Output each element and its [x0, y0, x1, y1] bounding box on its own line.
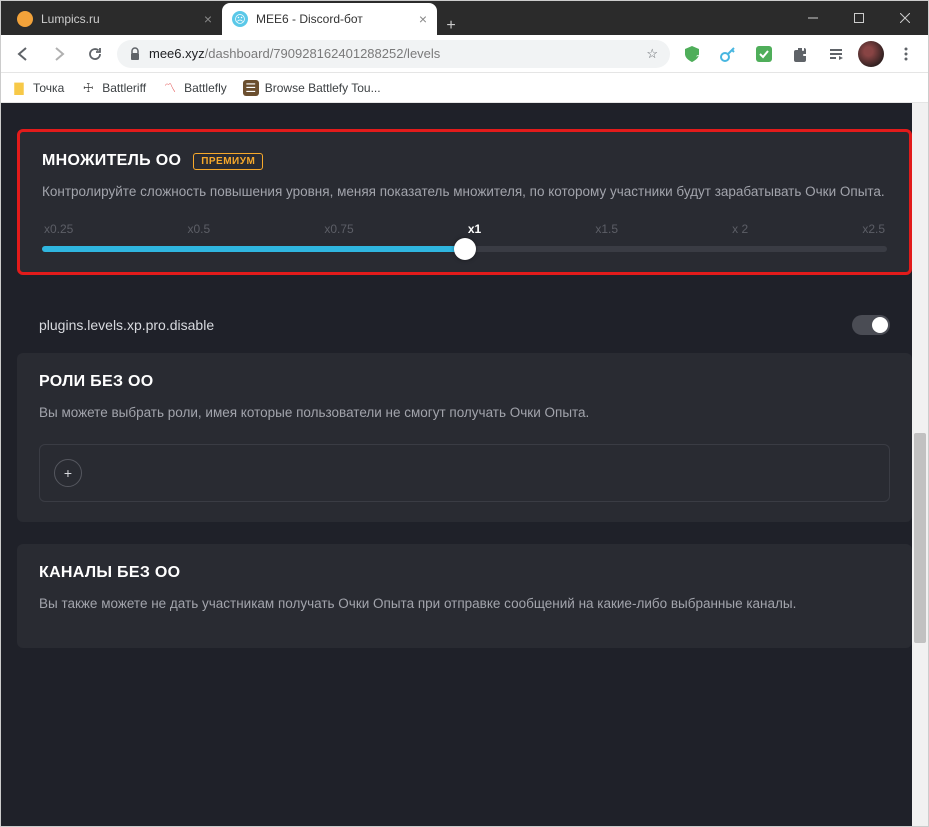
no-xp-roles-card: РОЛИ БЕЗ ОО Вы можете выбрать роли, имея… — [17, 353, 912, 521]
forward-button[interactable] — [45, 40, 73, 68]
profile-avatar[interactable] — [858, 41, 884, 67]
bookmark-icon: ▇ — [11, 80, 27, 96]
extensions-button[interactable] — [786, 40, 814, 68]
slider-label-active: x1 — [468, 222, 481, 236]
toolbar: mee6.xyz/dashboard/790928162401288252/le… — [1, 35, 928, 73]
xp-multiplier-slider[interactable] — [42, 246, 887, 252]
toggle-knob — [872, 317, 888, 333]
tab-strip: Lumpics.ru × ☹ MEE6 - Discord-бот × + — [1, 1, 790, 35]
roles-add-box: + — [39, 444, 890, 502]
slider-label: x0.25 — [44, 222, 73, 236]
reload-icon — [87, 46, 103, 62]
bookmark-icon: ☩ — [80, 80, 96, 96]
lock-icon — [129, 47, 141, 61]
favicon-icon — [17, 11, 33, 27]
address-bar[interactable]: mee6.xyz/dashboard/790928162401288252/le… — [117, 40, 670, 68]
bookmark-tochka[interactable]: ▇ Точка — [11, 80, 64, 96]
minimize-button[interactable] — [790, 1, 836, 35]
close-icon — [900, 13, 910, 23]
xp-multiplier-card: МНОЖИТЕЛЬ ОО ПРЕМИУМ Контролируйте сложн… — [17, 129, 912, 275]
card-title: РОЛИ БЕЗ ОО — [39, 373, 890, 391]
vertical-scrollbar[interactable] — [912, 103, 928, 826]
xp-disable-row: plugins.levels.xp.pro.disable — [17, 297, 912, 353]
url-text: mee6.xyz/dashboard/790928162401288252/le… — [149, 46, 440, 61]
tab-lumpics[interactable]: Lumpics.ru × — [7, 3, 222, 35]
window-controls — [790, 1, 928, 35]
bookmark-star-icon[interactable]: ☆ — [646, 46, 658, 62]
titlebar: Lumpics.ru × ☹ MEE6 - Discord-бот × + — [1, 1, 928, 35]
reading-list-button[interactable] — [822, 40, 850, 68]
svg-text:2: 2 — [696, 54, 701, 63]
maximize-button[interactable] — [836, 1, 882, 35]
slider-handle[interactable] — [454, 238, 476, 260]
bookmark-label: Точка — [33, 81, 64, 95]
kebab-icon — [899, 47, 913, 61]
card-description: Вы можете выбрать роли, имея которые пол… — [39, 403, 890, 423]
extension-shield[interactable]: 2 — [678, 40, 706, 68]
back-button[interactable] — [9, 40, 37, 68]
close-window-button[interactable] — [882, 1, 928, 35]
card-title: КАНАЛЫ БЕЗ ОО — [39, 564, 890, 582]
bookmark-battleriff[interactable]: ☩ Battleriff — [80, 80, 146, 96]
bookmark-icon: ☰ — [243, 80, 259, 96]
bookmark-label: Battlefly — [184, 81, 227, 95]
slider-label: x0.5 — [188, 222, 211, 236]
key-icon — [719, 45, 737, 63]
tab-mee6[interactable]: ☹ MEE6 - Discord-бот × — [222, 3, 437, 35]
slider-label: x2.5 — [862, 222, 885, 236]
menu-button[interactable] — [892, 40, 920, 68]
tab-title: Lumpics.ru — [41, 12, 100, 26]
close-icon[interactable]: × — [204, 11, 212, 27]
slider-fill — [42, 246, 465, 252]
close-icon[interactable]: × — [419, 11, 427, 27]
bookmark-label: Browse Battlefy Tou... — [265, 81, 381, 95]
bookmark-battlefly[interactable]: 〽 Battlefly — [162, 80, 227, 96]
favicon-icon: ☹ — [232, 11, 248, 27]
title-text: КАНАЛЫ БЕЗ ОО — [39, 564, 180, 582]
bookmarks-bar: ▇ Точка ☩ Battleriff 〽 Battlefly ☰ Brows… — [1, 73, 928, 103]
extension-key[interactable] — [714, 40, 742, 68]
no-xp-channels-card: КАНАЛЫ БЕЗ ОО Вы также можете не дать уч… — [17, 544, 912, 648]
xp-disable-toggle[interactable] — [852, 315, 890, 335]
slider-labels: x0.25 x0.5 x0.75 x1 x1.5 x 2 x2.5 — [42, 222, 887, 236]
title-text: МНОЖИТЕЛЬ ОО — [42, 152, 181, 170]
maximize-icon — [854, 13, 864, 23]
check-icon — [754, 44, 774, 64]
slider-label: x0.75 — [324, 222, 353, 236]
minimize-icon — [808, 13, 818, 23]
slider-label: x 2 — [732, 222, 748, 236]
shield-icon: 2 — [682, 44, 702, 64]
scrollbar-thumb[interactable] — [914, 433, 926, 643]
card-title: МНОЖИТЕЛЬ ОО ПРЕМИУМ — [42, 152, 887, 170]
page-viewport: МНОЖИТЕЛЬ ОО ПРЕМИУМ Контролируйте сложн… — [1, 103, 928, 826]
premium-badge: ПРЕМИУМ — [193, 153, 263, 170]
arrow-right-icon — [51, 46, 67, 62]
add-role-button[interactable]: + — [54, 459, 82, 487]
bookmark-icon: 〽 — [162, 80, 178, 96]
browser-window: Lumpics.ru × ☹ MEE6 - Discord-бот × + — [0, 0, 929, 827]
card-description: Вы также можете не дать участникам получ… — [39, 594, 890, 614]
arrow-left-icon — [15, 46, 31, 62]
title-text: РОЛИ БЕЗ ОО — [39, 373, 154, 391]
plus-icon: + — [64, 465, 72, 481]
extension-check[interactable] — [750, 40, 778, 68]
reload-button[interactable] — [81, 40, 109, 68]
bookmark-battlefy[interactable]: ☰ Browse Battlefy Tou... — [243, 80, 381, 96]
bookmark-label: Battleriff — [102, 81, 146, 95]
puzzle-icon — [792, 46, 808, 62]
playlist-icon — [828, 46, 844, 62]
new-tab-button[interactable]: + — [437, 17, 465, 35]
toggle-label: plugins.levels.xp.pro.disable — [39, 317, 214, 333]
card-description: Контролируйте сложность повышения уровня… — [42, 182, 887, 202]
slider-label: x1.5 — [595, 222, 618, 236]
tab-title: MEE6 - Discord-бот — [256, 12, 363, 26]
page-content: МНОЖИТЕЛЬ ОО ПРЕМИУМ Контролируйте сложн… — [1, 103, 928, 658]
